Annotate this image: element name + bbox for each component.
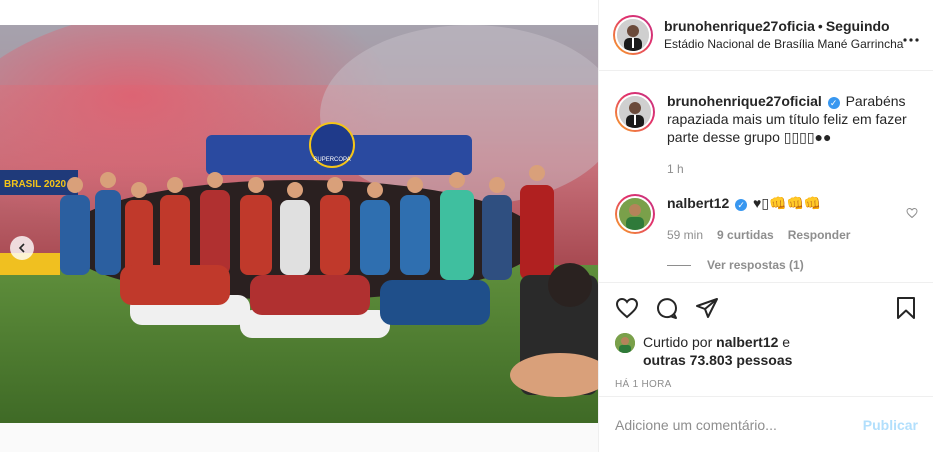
top-background <box>0 0 598 25</box>
post-photo[interactable]: BRASIL 2020 SUPERCOPA <box>0 25 598 423</box>
verified-badge-icon: ✓ <box>827 97 840 109</box>
bookmark-icon[interactable] <box>894 296 918 320</box>
post-time-ago[interactable]: HÁ 1 HORA <box>615 379 918 390</box>
likes-prefix: Curtido por <box>643 334 713 350</box>
view-replies-button[interactable]: Ver respostas (1) <box>667 258 918 272</box>
likes-others-link[interactable]: outras 73.803 pessoas <box>643 352 792 368</box>
share-icon[interactable] <box>695 296 719 320</box>
comment-username[interactable]: nalbert12 <box>667 195 729 211</box>
likes-joiner: e <box>782 334 791 350</box>
location-link[interactable]: Estádio Nacional de Brasília Mané Garrin… <box>664 35 903 53</box>
reply-button[interactable]: Responder <box>788 226 851 244</box>
more-options-icon[interactable] <box>903 26 919 47</box>
comment-likes-count[interactable]: 9 curtidas <box>717 226 774 244</box>
add-comment-bar: Publicar <box>599 396 933 452</box>
likes-summary: Curtido por nalbert12 e outras 73.803 pe… <box>615 333 918 369</box>
previous-photo-button[interactable] <box>10 236 34 260</box>
post-header: brunohenrique27oficia • Seguindo Estádio N… <box>599 0 933 71</box>
comment-time[interactable]: 59 min <box>667 226 703 244</box>
caption-time[interactable]: 1 h <box>667 160 684 178</box>
view-replies-label: Ver respostas (1) <box>707 258 804 272</box>
chevron-left-icon <box>18 243 25 253</box>
caption-username[interactable]: brunohenrique27oficial <box>667 93 822 109</box>
comment-text: ♥▯👊👊👊 <box>753 195 822 211</box>
publish-button[interactable]: Publicar <box>863 417 918 433</box>
caption: brunohenrique27oficial ✓ Parabéns rapazi… <box>615 92 918 178</box>
post-side-panel: brunohenrique27oficia • Seguindo Estádio N… <box>598 0 933 452</box>
banner-center-text: SUPERCOPA <box>313 157 350 163</box>
comment-input[interactable] <box>615 416 863 433</box>
commenter-avatar <box>617 196 653 232</box>
author-avatar-ring[interactable] <box>613 15 653 55</box>
author-avatar <box>615 17 651 53</box>
banner-left-text: BRASIL 2020 <box>4 179 67 190</box>
commenter-avatar-ring[interactable] <box>615 194 655 234</box>
caption-avatar-ring[interactable] <box>615 92 655 132</box>
author-username[interactable]: brunohenrique27oficia <box>664 18 815 34</box>
comment-icon[interactable] <box>655 296 679 320</box>
replies-divider <box>667 264 691 266</box>
heart-icon[interactable] <box>615 296 639 320</box>
caption-avatar <box>617 94 653 130</box>
header-separator: • <box>817 18 823 34</box>
instagram-post-page: BRASIL 2020 SUPERCOPA brunohenrique27ofi… <box>0 0 933 452</box>
post-actions: Curtido por nalbert12 e outras 73.803 pe… <box>599 282 933 390</box>
comments-section[interactable]: brunohenrique27oficial ✓ Parabéns rapazi… <box>599 72 933 282</box>
comment-item: nalbert12 ✓ ♥▯👊👊👊 59 min 9 curtidas Resp… <box>615 194 918 244</box>
bottom-background <box>0 423 598 452</box>
liker-avatar[interactable] <box>615 333 635 353</box>
comment-like-heart-icon[interactable] <box>906 206 918 224</box>
following-button[interactable]: Seguindo <box>826 18 890 34</box>
team-celebration-image: BRASIL 2020 SUPERCOPA <box>0 25 598 423</box>
liker-username[interactable]: nalbert12 <box>716 334 778 350</box>
verified-badge-icon: ✓ <box>735 199 748 211</box>
